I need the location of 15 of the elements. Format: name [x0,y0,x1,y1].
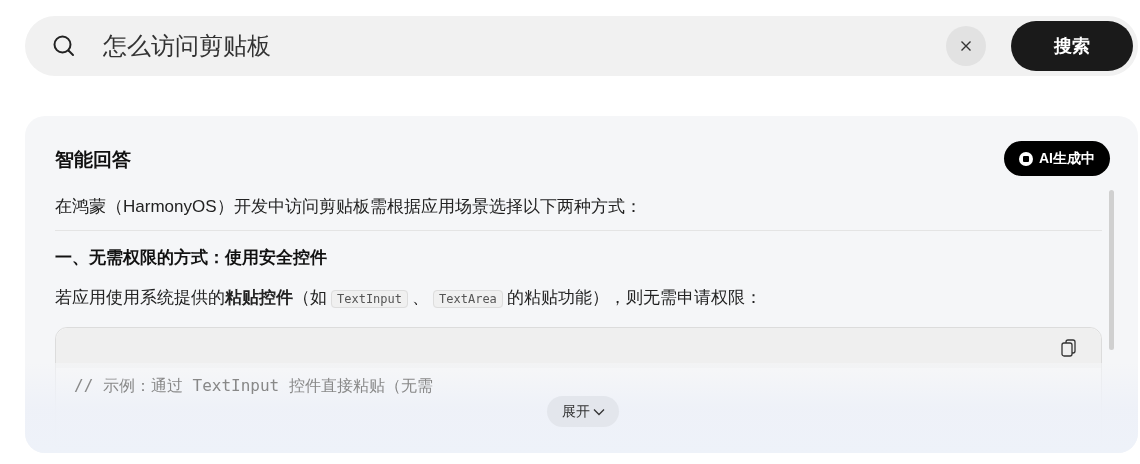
answer-title: 智能回答 [55,148,131,173]
stop-icon [1019,151,1033,166]
code-line: // 示例：通过 TextInput 控件直接粘贴（无需 [73,374,434,397]
badge-label: AI生成中 [1039,149,1095,168]
search-button[interactable]: 搜索 [1011,21,1133,71]
chevron-down-icon [592,407,605,416]
copy-icon[interactable] [1061,338,1077,357]
intro-text: 在鸿蒙（HarmonyOS）开发中访问剪贴板需根据应用场景选择以下两种方式： [55,194,1102,231]
close-icon [960,40,972,52]
section-heading: 一、无需权限的方式：使用安全控件 [55,246,328,269]
clear-button[interactable] [946,26,986,66]
body-text: 若应用使用系统提供的粘贴控件（如 TextInput 、 TextArea 的粘贴功能），则无需申请权限： [55,287,763,310]
search-field[interactable]: 怎么访问剪贴板 搜索 [25,16,1138,76]
search-icon [52,34,76,58]
expand-button[interactable]: 展开 [547,396,619,427]
